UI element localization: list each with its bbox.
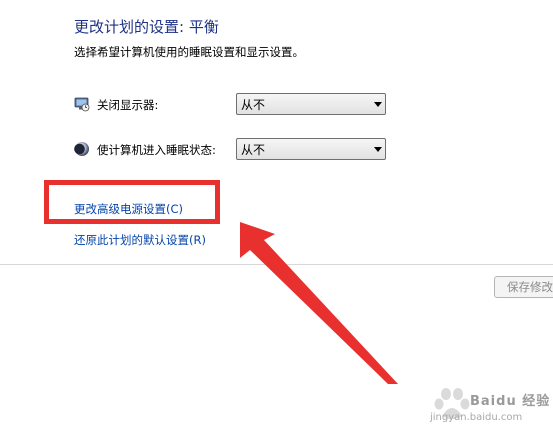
annotation-arrow <box>240 222 398 384</box>
watermark-url: jingyan.baidu.com <box>430 412 523 423</box>
watermark-brand: Baidu 经验 <box>470 394 551 409</box>
